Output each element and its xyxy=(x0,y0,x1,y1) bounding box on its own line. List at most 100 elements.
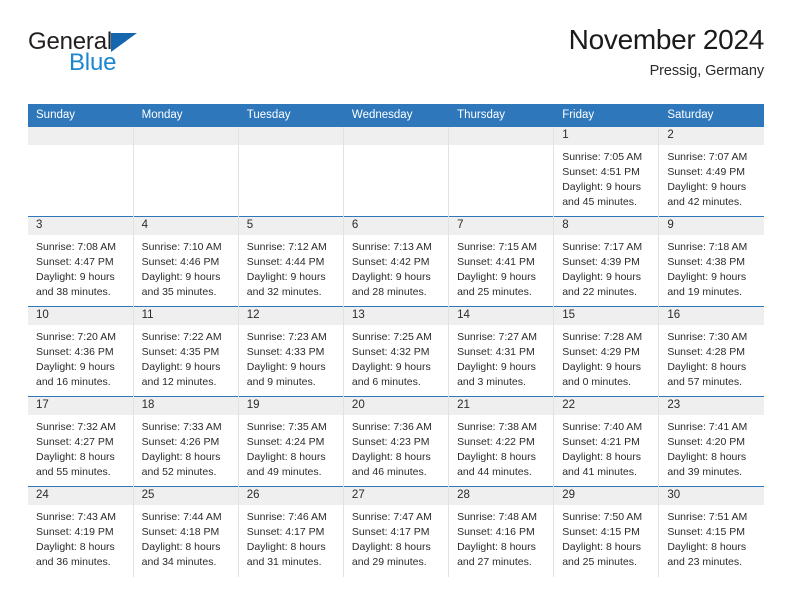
sunset-time: Sunset: 4:19 PM xyxy=(36,526,114,538)
sunset-time: Sunset: 4:42 PM xyxy=(351,256,430,268)
daylight-duration-line2: and 23 minutes. xyxy=(667,556,743,568)
daylight-duration-line1: Daylight: 9 hours xyxy=(562,181,641,193)
brand-logo[interactable]: General Blue xyxy=(28,22,288,75)
sunrise-time: Sunrise: 7:36 AM xyxy=(351,421,432,433)
sunset-time: Sunset: 4:46 PM xyxy=(141,256,220,268)
daylight-duration-line2: and 57 minutes. xyxy=(667,376,743,388)
daylight-duration-line2: and 44 minutes. xyxy=(457,466,532,478)
weekday-header-thursday: Thursday xyxy=(448,104,555,127)
calendar-day-cell[interactable]: 16 Sunrise: 7:30 AM Sunset: 4:28 PM Dayligh… xyxy=(658,306,764,397)
calendar-day-cell[interactable]: 21 Sunrise: 7:38 AM Sunset: 4:22 PM Dayligh… xyxy=(448,396,555,487)
sunrise-time: Sunrise: 7:51 AM xyxy=(667,511,748,523)
sunset-time: Sunset: 4:35 PM xyxy=(141,346,220,358)
calendar-day-cell[interactable]: 17 Sunrise: 7:32 AM Sunset: 4:27 PM Dayligh… xyxy=(28,396,134,487)
sun-info: Sunrise: 7:47 AM Sunset: 4:17 PM Daylight:… xyxy=(344,505,448,570)
calendar-cell-empty xyxy=(238,126,344,217)
day-number: 8 xyxy=(554,217,659,235)
day-number: 27 xyxy=(343,487,449,505)
calendar-day-cell[interactable]: 9 Sunrise: 7:18 AM Sunset: 4:38 PM Daylight… xyxy=(658,216,764,307)
calendar-day-cell[interactable]: 27 Sunrise: 7:47 AM Sunset: 4:17 PM Dayligh… xyxy=(343,486,450,577)
calendar-day-cell[interactable]: 28 Sunrise: 7:48 AM Sunset: 4:16 PM Dayligh… xyxy=(448,486,555,577)
calendar-day-cell[interactable]: 22 Sunrise: 7:40 AM Sunset: 4:21 PM Dayligh… xyxy=(553,396,660,487)
calendar-day-cell[interactable]: 3 Sunrise: 7:08 AM Sunset: 4:47 PM Daylight… xyxy=(28,216,134,307)
calendar-day-cell[interactable]: 14 Sunrise: 7:27 AM Sunset: 4:31 PM Dayligh… xyxy=(448,306,555,397)
cell-inner: 7 Sunrise: 7:15 AM Sunset: 4:41 PM Daylight… xyxy=(449,217,554,306)
sunrise-time: Sunrise: 7:15 AM xyxy=(457,241,538,253)
calendar-day-cell[interactable]: 23 Sunrise: 7:41 AM Sunset: 4:20 PM Dayligh… xyxy=(658,396,764,487)
calendar-day-cell[interactable]: 25 Sunrise: 7:44 AM Sunset: 4:18 PM Dayligh… xyxy=(133,486,239,577)
calendar-day-cell[interactable]: 18 Sunrise: 7:33 AM Sunset: 4:26 PM Dayligh… xyxy=(133,396,239,487)
calendar-body: 1 Sunrise: 7:05 AM Sunset: 4:51 PM Daylight… xyxy=(28,126,764,577)
day-number: 9 xyxy=(659,217,764,235)
sunrise-time: Sunrise: 7:08 AM xyxy=(36,241,116,253)
daylight-duration-line1: Daylight: 8 hours xyxy=(351,451,431,463)
sunrise-time: Sunrise: 7:30 AM xyxy=(667,331,748,343)
daylight-duration-line2: and 22 minutes. xyxy=(562,286,637,298)
cell-inner: 10 Sunrise: 7:20 AM Sunset: 4:36 PM Dayligh… xyxy=(28,307,133,396)
calendar-day-cell[interactable]: 2 Sunrise: 7:07 AM Sunset: 4:49 PM Daylight… xyxy=(658,126,764,217)
daylight-duration-line2: and 35 minutes. xyxy=(141,286,217,298)
calendar-day-cell[interactable]: 20 Sunrise: 7:36 AM Sunset: 4:23 PM Dayligh… xyxy=(343,396,450,487)
day-number: 29 xyxy=(554,487,659,505)
calendar-day-cell[interactable]: 15 Sunrise: 7:28 AM Sunset: 4:29 PM Dayligh… xyxy=(553,306,660,397)
sun-info: Sunrise: 7:15 AM Sunset: 4:41 PM Daylight:… xyxy=(449,235,553,300)
sunset-time: Sunset: 4:38 PM xyxy=(667,256,745,268)
daylight-duration-line1: Daylight: 8 hours xyxy=(667,361,747,373)
sun-info: Sunrise: 7:20 AM Sunset: 4:36 PM Daylight:… xyxy=(28,325,133,390)
daylight-duration-line1: Daylight: 8 hours xyxy=(562,541,641,553)
weekday-header-wednesday: Wednesday xyxy=(343,104,450,127)
cell-inner: 3 Sunrise: 7:08 AM Sunset: 4:47 PM Daylight… xyxy=(28,217,133,306)
daylight-duration-line2: and 29 minutes. xyxy=(351,556,427,568)
cell-inner: 28 Sunrise: 7:48 AM Sunset: 4:16 PM Dayligh… xyxy=(449,487,554,577)
daylight-duration-line1: Daylight: 8 hours xyxy=(351,541,431,553)
day-number: 7 xyxy=(449,217,554,235)
daylight-duration-line1: Daylight: 9 hours xyxy=(667,181,747,193)
sunrise-time: Sunrise: 7:43 AM xyxy=(36,511,116,523)
calendar-week-row: 10 Sunrise: 7:20 AM Sunset: 4:36 PM Dayligh… xyxy=(28,306,764,397)
sunset-time: Sunset: 4:24 PM xyxy=(246,436,325,448)
calendar-day-cell[interactable]: 6 Sunrise: 7:13 AM Sunset: 4:42 PM Daylight… xyxy=(343,216,450,307)
sunrise-time: Sunrise: 7:46 AM xyxy=(246,511,327,523)
calendar-day-cell[interactable]: 24 Sunrise: 7:43 AM Sunset: 4:19 PM Dayligh… xyxy=(28,486,134,577)
calendar-day-cell[interactable]: 5 Sunrise: 7:12 AM Sunset: 4:44 PM Daylight… xyxy=(238,216,344,307)
sun-info: Sunrise: 7:23 AM Sunset: 4:33 PM Daylight:… xyxy=(239,325,343,390)
daylight-duration-line2: and 16 minutes. xyxy=(36,376,111,388)
sun-info: Sunrise: 7:30 AM Sunset: 4:28 PM Daylight:… xyxy=(659,325,764,390)
calendar-day-cell[interactable]: 13 Sunrise: 7:25 AM Sunset: 4:32 PM Dayligh… xyxy=(343,306,450,397)
daylight-duration-line1: Daylight: 8 hours xyxy=(667,451,747,463)
sun-info: Sunrise: 7:27 AM Sunset: 4:31 PM Daylight:… xyxy=(449,325,553,390)
cell-inner: 5 Sunrise: 7:12 AM Sunset: 4:44 PM Daylight… xyxy=(238,217,343,306)
sunset-time: Sunset: 4:33 PM xyxy=(246,346,325,358)
calendar-day-cell[interactable]: 12 Sunrise: 7:23 AM Sunset: 4:33 PM Dayligh… xyxy=(238,306,344,397)
calendar-day-cell[interactable]: 8 Sunrise: 7:17 AM Sunset: 4:39 PM Daylight… xyxy=(553,216,660,307)
sunrise-time: Sunrise: 7:18 AM xyxy=(667,241,748,253)
day-number xyxy=(343,127,449,145)
calendar-day-cell[interactable]: 7 Sunrise: 7:15 AM Sunset: 4:41 PM Daylight… xyxy=(448,216,555,307)
calendar-day-cell[interactable]: 29 Sunrise: 7:50 AM Sunset: 4:15 PM Dayligh… xyxy=(553,486,660,577)
sunset-time: Sunset: 4:28 PM xyxy=(667,346,745,358)
sunrise-time: Sunrise: 7:23 AM xyxy=(246,331,327,343)
calendar-day-cell[interactable]: 26 Sunrise: 7:46 AM Sunset: 4:17 PM Dayligh… xyxy=(238,486,344,577)
sunrise-time: Sunrise: 7:50 AM xyxy=(562,511,643,523)
day-number: 13 xyxy=(343,307,449,325)
day-number xyxy=(449,127,554,145)
calendar-day-cell[interactable]: 1 Sunrise: 7:05 AM Sunset: 4:51 PM Daylight… xyxy=(553,126,660,217)
calendar-day-cell[interactable]: 4 Sunrise: 7:10 AM Sunset: 4:46 PM Daylight… xyxy=(133,216,239,307)
cell-inner: 16 Sunrise: 7:30 AM Sunset: 4:28 PM Dayligh… xyxy=(659,307,764,396)
calendar-day-cell[interactable]: 30 Sunrise: 7:51 AM Sunset: 4:15 PM Dayligh… xyxy=(658,486,764,577)
daylight-duration-line1: Daylight: 8 hours xyxy=(141,451,221,463)
calendar-day-cell[interactable]: 19 Sunrise: 7:35 AM Sunset: 4:24 PM Dayligh… xyxy=(238,396,344,487)
calendar-day-cell[interactable]: 11 Sunrise: 7:22 AM Sunset: 4:35 PM Dayligh… xyxy=(133,306,239,397)
sunrise-time: Sunrise: 7:44 AM xyxy=(141,511,222,523)
sunrise-time: Sunrise: 7:40 AM xyxy=(562,421,643,433)
daylight-duration-line2: and 6 minutes. xyxy=(351,376,421,388)
calendar-day-cell[interactable]: 10 Sunrise: 7:20 AM Sunset: 4:36 PM Dayligh… xyxy=(28,306,134,397)
daylight-duration-line1: Daylight: 8 hours xyxy=(246,451,326,463)
cell-inner: 21 Sunrise: 7:38 AM Sunset: 4:22 PM Dayligh… xyxy=(449,397,554,486)
weekday-header-saturday: Saturday xyxy=(658,104,764,127)
sunset-time: Sunset: 4:29 PM xyxy=(562,346,640,358)
sunrise-time: Sunrise: 7:32 AM xyxy=(36,421,116,433)
sun-info: Sunrise: 7:44 AM Sunset: 4:18 PM Daylight:… xyxy=(134,505,238,570)
daylight-duration-line2: and 9 minutes. xyxy=(246,376,316,388)
cell-inner: 30 Sunrise: 7:51 AM Sunset: 4:15 PM Dayligh… xyxy=(659,487,764,577)
